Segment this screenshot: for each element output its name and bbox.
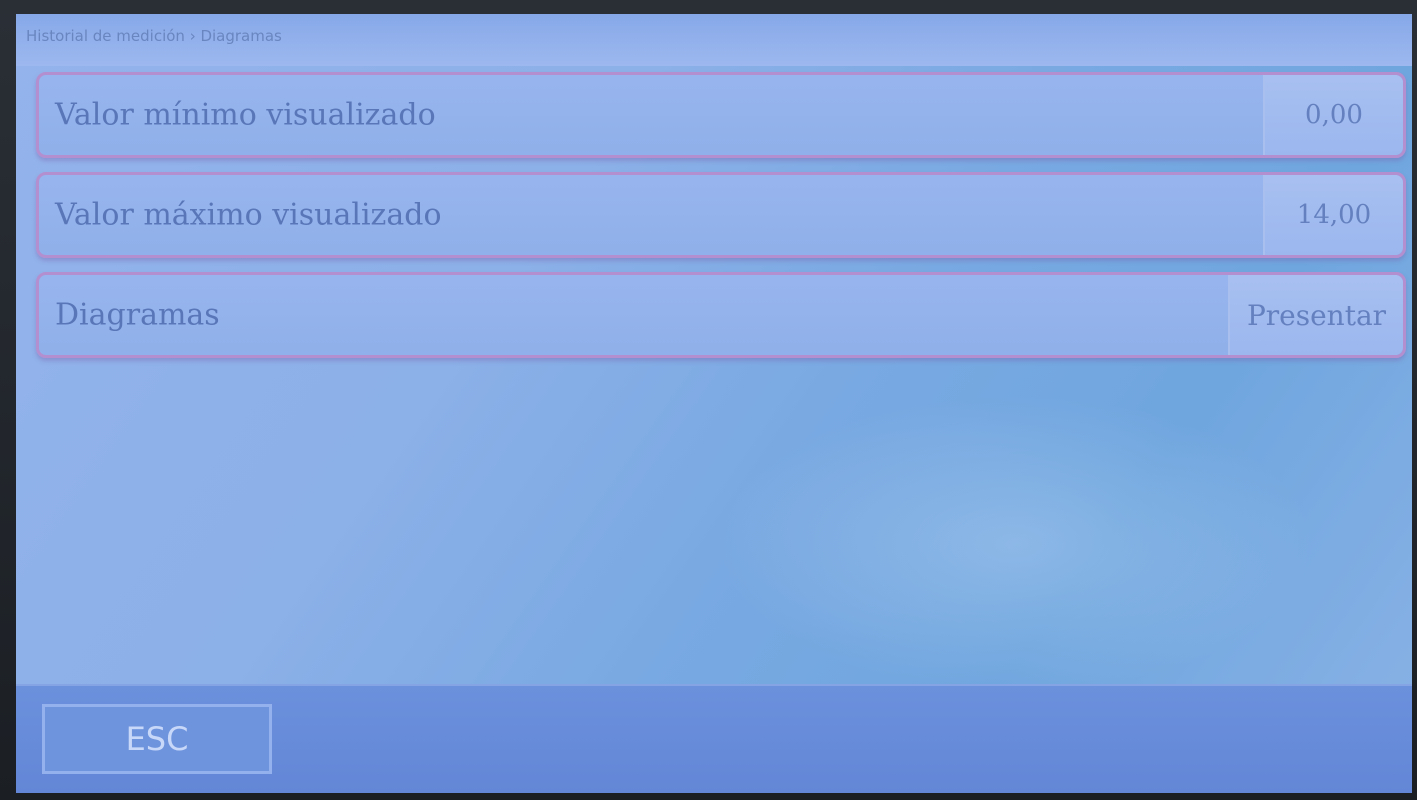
max-value-label: Valor máximo visualizado <box>55 197 442 233</box>
footer-bar: ESC <box>16 684 1412 793</box>
breadcrumb: Historial de medición › Diagramas <box>16 14 1412 66</box>
present-button[interactable]: Presentar <box>1228 275 1403 355</box>
max-value-field[interactable]: 14,00 <box>1263 175 1403 255</box>
diagrams-row[interactable]: Diagramas Presentar <box>36 272 1406 358</box>
screen-glare <box>716 394 1316 694</box>
esc-button[interactable]: ESC <box>42 704 272 774</box>
min-value-row[interactable]: Valor mínimo visualizado 0,00 <box>36 72 1406 158</box>
diagrams-label: Diagramas <box>55 297 220 333</box>
min-value-field[interactable]: 0,00 <box>1263 75 1403 155</box>
min-value-label: Valor mínimo visualizado <box>55 97 436 133</box>
display-screen: Historial de medición › Diagramas Valor … <box>16 14 1412 793</box>
max-value-row[interactable]: Valor máximo visualizado 14,00 <box>36 172 1406 258</box>
device-bezel: Historial de medición › Diagramas Valor … <box>0 0 1417 800</box>
